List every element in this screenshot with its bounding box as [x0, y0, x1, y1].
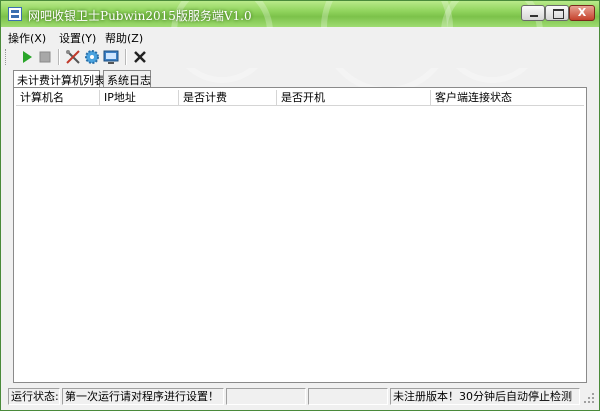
col-client-connection[interactable]: 客户端连接状态 [431, 90, 584, 105]
col-is-billed[interactable]: 是否计费 [179, 90, 277, 105]
menu-settings[interactable]: 设置(Y) [59, 30, 96, 46]
settings-gear-icon [85, 50, 99, 64]
tab-system-log[interactable]: 系统日志 [103, 70, 151, 87]
close-icon: X [577, 6, 587, 19]
col-computer-name[interactable]: 计算机名 [16, 90, 100, 105]
maximize-icon [553, 9, 564, 19]
col-ip-address[interactable]: IP地址 [100, 90, 179, 105]
computer-icon [103, 50, 119, 64]
tools-icon [66, 50, 80, 64]
status-bar: 运行状态: 第一次运行请对程序进行设置！ 未注册版本！30分钟后自动停止检测 [1, 386, 599, 410]
computer-button[interactable] [102, 48, 120, 66]
start-button[interactable] [18, 48, 36, 66]
settings-button[interactable] [83, 48, 101, 66]
window-title: 网吧收银卫士Pubwin2015版服务端V1.0 [28, 9, 252, 23]
status-panel-empty [226, 388, 306, 405]
close-button[interactable]: X [569, 5, 595, 21]
tools-button[interactable] [64, 48, 82, 66]
status-message: 第一次运行请对程序进行设置！ [62, 388, 224, 405]
status-panel-empty [308, 388, 388, 405]
close-x-icon [134, 51, 146, 63]
toolbar-separator [58, 49, 60, 65]
stop-button[interactable] [36, 48, 54, 66]
play-icon [23, 51, 32, 63]
exit-button[interactable] [131, 48, 149, 66]
app-icon [8, 7, 22, 21]
menu-operate[interactable]: 操作(X) [8, 30, 46, 46]
tab-unbilled-computers[interactable]: 未计费计算机列表 [13, 70, 105, 88]
toolbar [1, 46, 599, 68]
status-label: 运行状态: [8, 388, 60, 405]
toolbar-separator [125, 49, 127, 65]
menu-help[interactable]: 帮助(Z) [105, 30, 143, 46]
maximize-button[interactable] [545, 5, 569, 21]
menu-bar: 操作(X) 设置(Y) 帮助(Z) [1, 28, 599, 46]
resize-grip-icon[interactable] [583, 392, 595, 404]
stop-icon [39, 51, 51, 63]
status-register: 未注册版本！30分钟后自动停止检测 [390, 388, 580, 405]
minimize-icon [530, 15, 538, 17]
title-bar[interactable]: 网吧收银卫士Pubwin2015版服务端V1.0 X [1, 1, 599, 93]
app-window: 网吧收银卫士Pubwin2015版服务端V1.0 X 操作(X) 设置(Y) 帮… [0, 0, 600, 411]
toolbar-grip[interactable] [5, 49, 8, 65]
minimize-button[interactable] [521, 5, 545, 21]
table-header: 计算机名 IP地址 是否计费 是否开机 客户端连接状态 [16, 90, 584, 106]
computer-list[interactable]: 计算机名 IP地址 是否计费 是否开机 客户端连接状态 [13, 87, 587, 383]
col-is-powered-on[interactable]: 是否开机 [277, 90, 431, 105]
